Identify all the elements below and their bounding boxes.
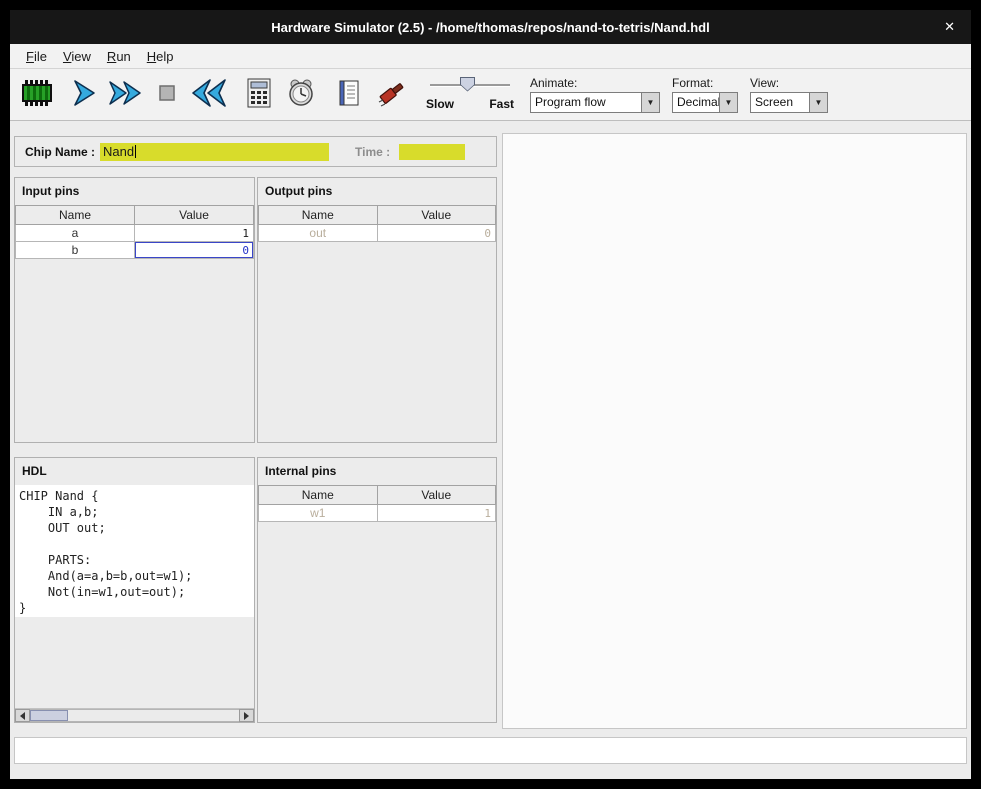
close-icon[interactable]: ✕ xyxy=(944,19,955,35)
table-row: b 0 xyxy=(16,242,254,259)
reset-button[interactable] xyxy=(188,72,230,118)
stop-button[interactable] xyxy=(146,72,188,118)
pin-value: 0 xyxy=(377,225,496,242)
app-window: Hardware Simulator (2.5) - /home/thomas/… xyxy=(10,10,971,779)
eraser-icon xyxy=(375,77,407,112)
table-row: w1 1 xyxy=(259,505,496,522)
format-value: Decimal xyxy=(673,93,719,112)
column-header-name: Name xyxy=(259,486,378,505)
pin-value-editing[interactable]: 0 xyxy=(135,242,254,259)
output-pins-table: Name Value out 0 xyxy=(258,205,496,242)
column-header-value: Value xyxy=(135,206,254,225)
titlebar: Hardware Simulator (2.5) - /home/thomas/… xyxy=(10,10,971,44)
chip-name-value: Nand xyxy=(103,144,134,159)
pin-name: out xyxy=(259,225,378,242)
run-button[interactable] xyxy=(104,72,146,118)
speed-slider[interactable] xyxy=(426,77,514,94)
hdl-code: CHIP Nand { IN a,b; OUT out; PARTS: And(… xyxy=(15,485,254,617)
format-dropdown-button[interactable]: ▼ xyxy=(719,93,737,112)
screen-view xyxy=(502,133,967,729)
pin-value[interactable]: 1 xyxy=(135,225,254,242)
main-content: Chip Name : Nand Time : Input pins Name … xyxy=(10,121,971,779)
single-step-button[interactable] xyxy=(62,72,104,118)
speed-control: Slow Fast xyxy=(426,77,514,111)
chevron-down-icon: ▼ xyxy=(647,99,655,107)
animate-dropdown-button[interactable]: ▼ xyxy=(641,93,659,112)
eval-button[interactable] xyxy=(238,72,280,118)
format-select[interactable]: Decimal ▼ xyxy=(672,92,738,113)
output-pins-panel: Output pins Name Value out 0 xyxy=(257,177,497,443)
view-control: View: Screen ▼ xyxy=(750,76,828,113)
double-arrow-left-icon xyxy=(190,77,228,112)
column-header-name: Name xyxy=(259,206,378,225)
triangle-right-icon xyxy=(244,712,249,720)
chip-name-label: Chip Name : xyxy=(25,145,95,159)
animate-label: Animate: xyxy=(530,76,660,90)
animate-control: Animate: Program flow ▼ xyxy=(530,76,660,113)
table-row: a 1 xyxy=(16,225,254,242)
pin-value: 1 xyxy=(377,505,496,522)
time-field xyxy=(399,144,465,160)
toolbar: Slow Fast Animate: Program flow ▼ Format… xyxy=(10,69,971,121)
menubar: File View Run Help xyxy=(10,44,971,69)
hdl-title: HDL xyxy=(15,458,254,485)
hdl-scrollbar[interactable] xyxy=(15,708,254,722)
chevron-down-icon: ▼ xyxy=(815,99,823,107)
column-header-value: Value xyxy=(377,486,496,505)
animate-select[interactable]: Program flow ▼ xyxy=(530,92,660,113)
time-label: Time : xyxy=(355,145,390,159)
input-pins-table: Name Value a 1 b 0 xyxy=(15,205,254,259)
chevron-down-icon: ▼ xyxy=(725,99,733,107)
internal-pins-panel: Internal pins Name Value w1 1 xyxy=(257,457,497,723)
triangle-left-icon xyxy=(20,712,25,720)
clear-button[interactable] xyxy=(370,72,412,118)
document-icon xyxy=(335,78,363,111)
double-arrow-right-icon xyxy=(107,78,143,111)
animate-value: Program flow xyxy=(531,93,641,112)
menu-file[interactable]: File xyxy=(18,46,55,67)
menu-view[interactable]: View xyxy=(55,46,99,67)
status-bar xyxy=(14,737,967,764)
chip-icon xyxy=(19,78,55,111)
table-row: out 0 xyxy=(259,225,496,242)
clock-icon xyxy=(285,77,317,112)
pin-name: b xyxy=(16,242,135,259)
view-value: Screen xyxy=(751,93,809,112)
text-caret xyxy=(135,145,136,158)
window-title: Hardware Simulator (2.5) - /home/thomas/… xyxy=(271,20,709,35)
view-select[interactable]: Screen ▼ xyxy=(750,92,828,113)
column-header-name: Name xyxy=(16,206,135,225)
chip-name-input[interactable]: Nand xyxy=(100,143,329,161)
input-pins-panel: Input pins Name Value a 1 b 0 xyxy=(14,177,255,443)
hdl-view-button[interactable] xyxy=(328,72,370,118)
output-pins-title: Output pins xyxy=(258,178,496,205)
format-control: Format: Decimal ▼ xyxy=(672,76,738,113)
view-label: View: xyxy=(750,76,828,90)
menu-help[interactable]: Help xyxy=(139,46,182,67)
pin-name: a xyxy=(16,225,135,242)
stop-square-icon xyxy=(152,78,182,111)
load-chip-button[interactable] xyxy=(16,72,58,118)
scroll-left-button[interactable] xyxy=(15,709,30,722)
view-dropdown-button[interactable]: ▼ xyxy=(809,93,827,112)
clock-button[interactable] xyxy=(280,72,322,118)
scroll-right-button[interactable] xyxy=(239,709,254,722)
format-label: Format: xyxy=(672,76,738,90)
internal-pins-title: Internal pins xyxy=(258,458,496,485)
fast-label: Fast xyxy=(489,97,514,111)
pin-name: w1 xyxy=(259,505,378,522)
chip-name-bar: Chip Name : Nand Time : xyxy=(14,136,497,167)
calculator-icon xyxy=(244,77,274,112)
input-pins-title: Input pins xyxy=(15,178,254,205)
scroll-track[interactable] xyxy=(30,709,239,722)
menu-run[interactable]: Run xyxy=(99,46,139,67)
column-header-value: Value xyxy=(377,206,496,225)
slow-label: Slow xyxy=(426,97,454,111)
scroll-thumb[interactable] xyxy=(30,710,68,721)
slider-labels: Slow Fast xyxy=(426,97,514,111)
hdl-panel: HDL CHIP Nand { IN a,b; OUT out; PARTS: … xyxy=(14,457,255,723)
slider-thumb[interactable] xyxy=(460,77,475,92)
internal-pins-table: Name Value w1 1 xyxy=(258,485,496,522)
step-arrow-icon xyxy=(68,78,98,111)
